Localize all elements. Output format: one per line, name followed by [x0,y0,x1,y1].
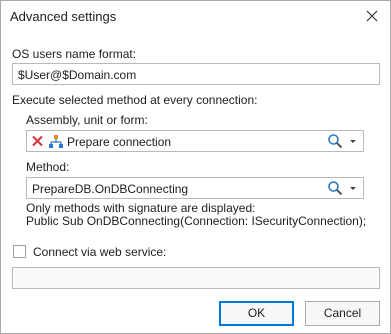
method-value: PrepareDB.OnDBConnecting [32,182,189,196]
cancel-button[interactable]: Cancel [305,301,380,326]
os-user-format-value: $User@$Domain.com [18,68,137,82]
method-signature-text: Public Sub OnDBConnecting(Connection: IS… [26,214,367,228]
dropdown-arrow-icon[interactable] [347,180,359,196]
assembly-label: Assembly, unit or form: [26,113,148,127]
dropdown-arrow-icon[interactable] [347,133,359,149]
os-user-format-label: OS users name format: [12,47,137,61]
dialog-title: Advanced settings [10,9,117,24]
close-icon[interactable] [363,7,381,25]
web-service-label[interactable]: Connect via web service: [33,245,166,259]
advanced-settings-dialog: Advanced settings OS users name format: … [0,0,391,334]
method-label: Method: [26,160,70,174]
method-signature-note: Only methods with signature are displaye… [26,201,256,215]
hierarchy-icon [48,134,64,149]
web-service-checkbox[interactable] [13,245,26,258]
ok-button[interactable]: OK [219,301,294,326]
assembly-selector[interactable]: Prepare connection [26,130,364,152]
os-user-format-input[interactable]: $User@$Domain.com [12,63,380,85]
web-service-input[interactable] [12,267,380,289]
magnifier-icon[interactable] [327,133,345,149]
clear-red-x-icon[interactable] [31,134,44,148]
title-bar: Advanced settings [1,1,390,31]
magnifier-icon[interactable] [327,180,345,196]
assembly-value: Prepare connection [67,135,172,149]
method-selector[interactable]: PrepareDB.OnDBConnecting [26,177,364,199]
execute-method-label: Execute selected method at every connect… [12,93,258,107]
